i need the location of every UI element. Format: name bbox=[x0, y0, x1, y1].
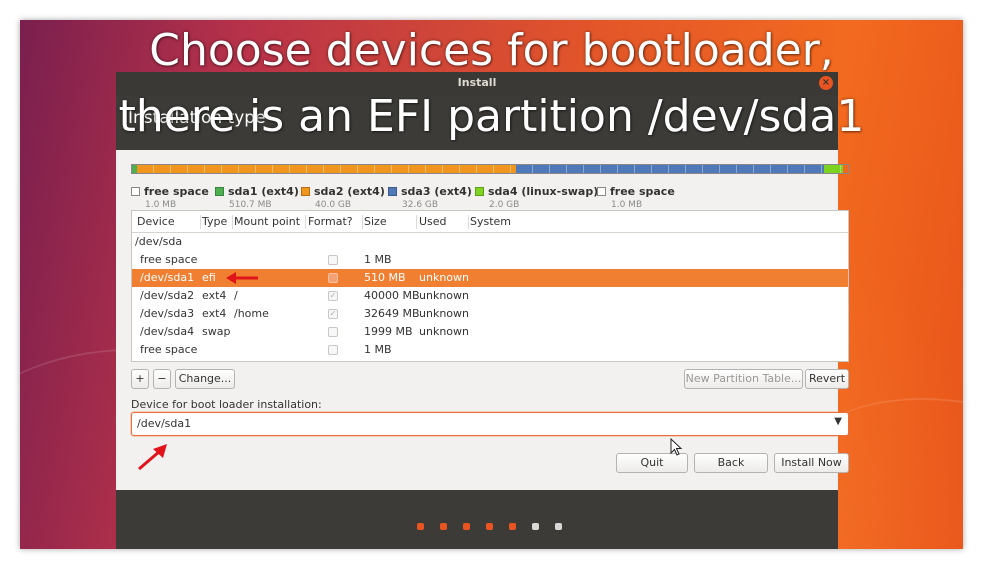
format-checkbox[interactable]: ✓ bbox=[328, 291, 338, 301]
format-checkbox[interactable] bbox=[328, 273, 338, 283]
partition-bar-segment-sda3 bbox=[515, 165, 825, 173]
red-arrow-icon bbox=[138, 444, 167, 471]
progress-dot bbox=[417, 523, 424, 530]
legend-item-free-space: free space 1.0 MB bbox=[597, 180, 675, 210]
installer-window: Install × Installation type free space 1… bbox=[116, 72, 849, 549]
revert-button[interactable]: Revert bbox=[805, 369, 849, 389]
legend-swatch bbox=[301, 187, 310, 196]
legend-item-free-space: free space 1.0 MB bbox=[131, 180, 209, 210]
column-header-device[interactable]: Device bbox=[137, 215, 201, 229]
column-header-mount[interactable]: Mount point bbox=[234, 215, 306, 229]
table-row[interactable]: /dev/sda3 ext4 /home ✓ 32649 MB unknown bbox=[132, 305, 848, 323]
boot-loader-select[interactable]: /dev/sda1 ▼ bbox=[131, 412, 849, 436]
table-row[interactable]: /dev/sda4 swap 1999 MB unknown bbox=[132, 323, 848, 341]
back-button[interactable]: Back bbox=[694, 453, 768, 473]
change-partition-button[interactable]: Change... bbox=[175, 369, 235, 389]
table-row[interactable]: /dev/sda2 ext4 / ✓ 40000 MB unknown bbox=[132, 287, 848, 305]
progress-dot bbox=[440, 523, 447, 530]
add-partition-button[interactable]: + bbox=[131, 369, 149, 389]
legend-swatch bbox=[388, 187, 397, 196]
progress-dot bbox=[555, 523, 562, 530]
format-checkbox[interactable]: ✓ bbox=[328, 309, 338, 319]
legend-swatch bbox=[597, 187, 606, 196]
table-row[interactable]: free space 1 MB bbox=[132, 251, 848, 269]
overlay-caption-line-1: Choose devices for bootloader, bbox=[149, 25, 834, 76]
column-header-format[interactable]: Format? bbox=[308, 215, 363, 229]
legend-item-sda4: sda4 (linux-swap) 2.0 GB bbox=[475, 180, 598, 210]
partition-legend: free space 1.0 MB sda1 (ext4) 510.7 MB s… bbox=[131, 180, 849, 210]
legend-item-sda1: sda1 (ext4) 510.7 MB bbox=[215, 180, 299, 210]
table-header: Device Type Mount point Format? Size Use… bbox=[132, 211, 848, 233]
remove-partition-button[interactable]: − bbox=[153, 369, 171, 389]
legend-item-sda3: sda3 (ext4) 32.6 GB bbox=[388, 180, 472, 210]
close-icon[interactable]: × bbox=[819, 76, 833, 90]
legend-swatch bbox=[475, 187, 484, 196]
column-header-size[interactable]: Size bbox=[364, 215, 417, 229]
install-now-button[interactable]: Install Now bbox=[774, 453, 849, 473]
partition-bar bbox=[131, 164, 849, 174]
mouse-pointer-icon bbox=[670, 438, 683, 456]
format-checkbox[interactable] bbox=[328, 327, 338, 337]
boot-loader-value: /dev/sda1 bbox=[137, 417, 192, 430]
partition-bar-segment-sda2 bbox=[137, 165, 516, 173]
new-partition-table-button[interactable]: New Partition Table... bbox=[684, 369, 803, 389]
legend-item-sda2: sda2 (ext4) 40.0 GB bbox=[301, 180, 385, 210]
partition-table: Device Type Mount point Format? Size Use… bbox=[131, 210, 849, 362]
legend-swatch bbox=[131, 187, 140, 196]
dropdown-caret-icon: ▼ bbox=[834, 416, 842, 427]
format-checkbox[interactable] bbox=[328, 345, 338, 355]
desktop-background: Install × Installation type free space 1… bbox=[20, 20, 963, 549]
boot-loader-label: Device for boot loader installation: bbox=[131, 398, 322, 411]
table-row[interactable]: /dev/sda bbox=[132, 233, 848, 251]
window-title: Install bbox=[457, 76, 497, 89]
overlay-caption-line-2: there is an EFI partition /dev/sda1 bbox=[118, 91, 865, 142]
column-header-system[interactable]: System bbox=[470, 215, 530, 229]
column-header-type[interactable]: Type bbox=[202, 215, 233, 229]
legend-swatch bbox=[215, 187, 224, 196]
table-row[interactable]: free space 1 MB bbox=[132, 341, 848, 359]
column-header-used[interactable]: Used bbox=[419, 215, 469, 229]
progress-dot bbox=[509, 523, 516, 530]
format-checkbox[interactable] bbox=[328, 255, 338, 265]
progress-dot bbox=[486, 523, 493, 530]
partition-bar-segment-sda4 bbox=[824, 165, 843, 173]
progress-dot bbox=[532, 523, 539, 530]
progress-footer bbox=[116, 490, 838, 549]
progress-dot bbox=[463, 523, 470, 530]
red-arrow-icon bbox=[226, 272, 258, 284]
